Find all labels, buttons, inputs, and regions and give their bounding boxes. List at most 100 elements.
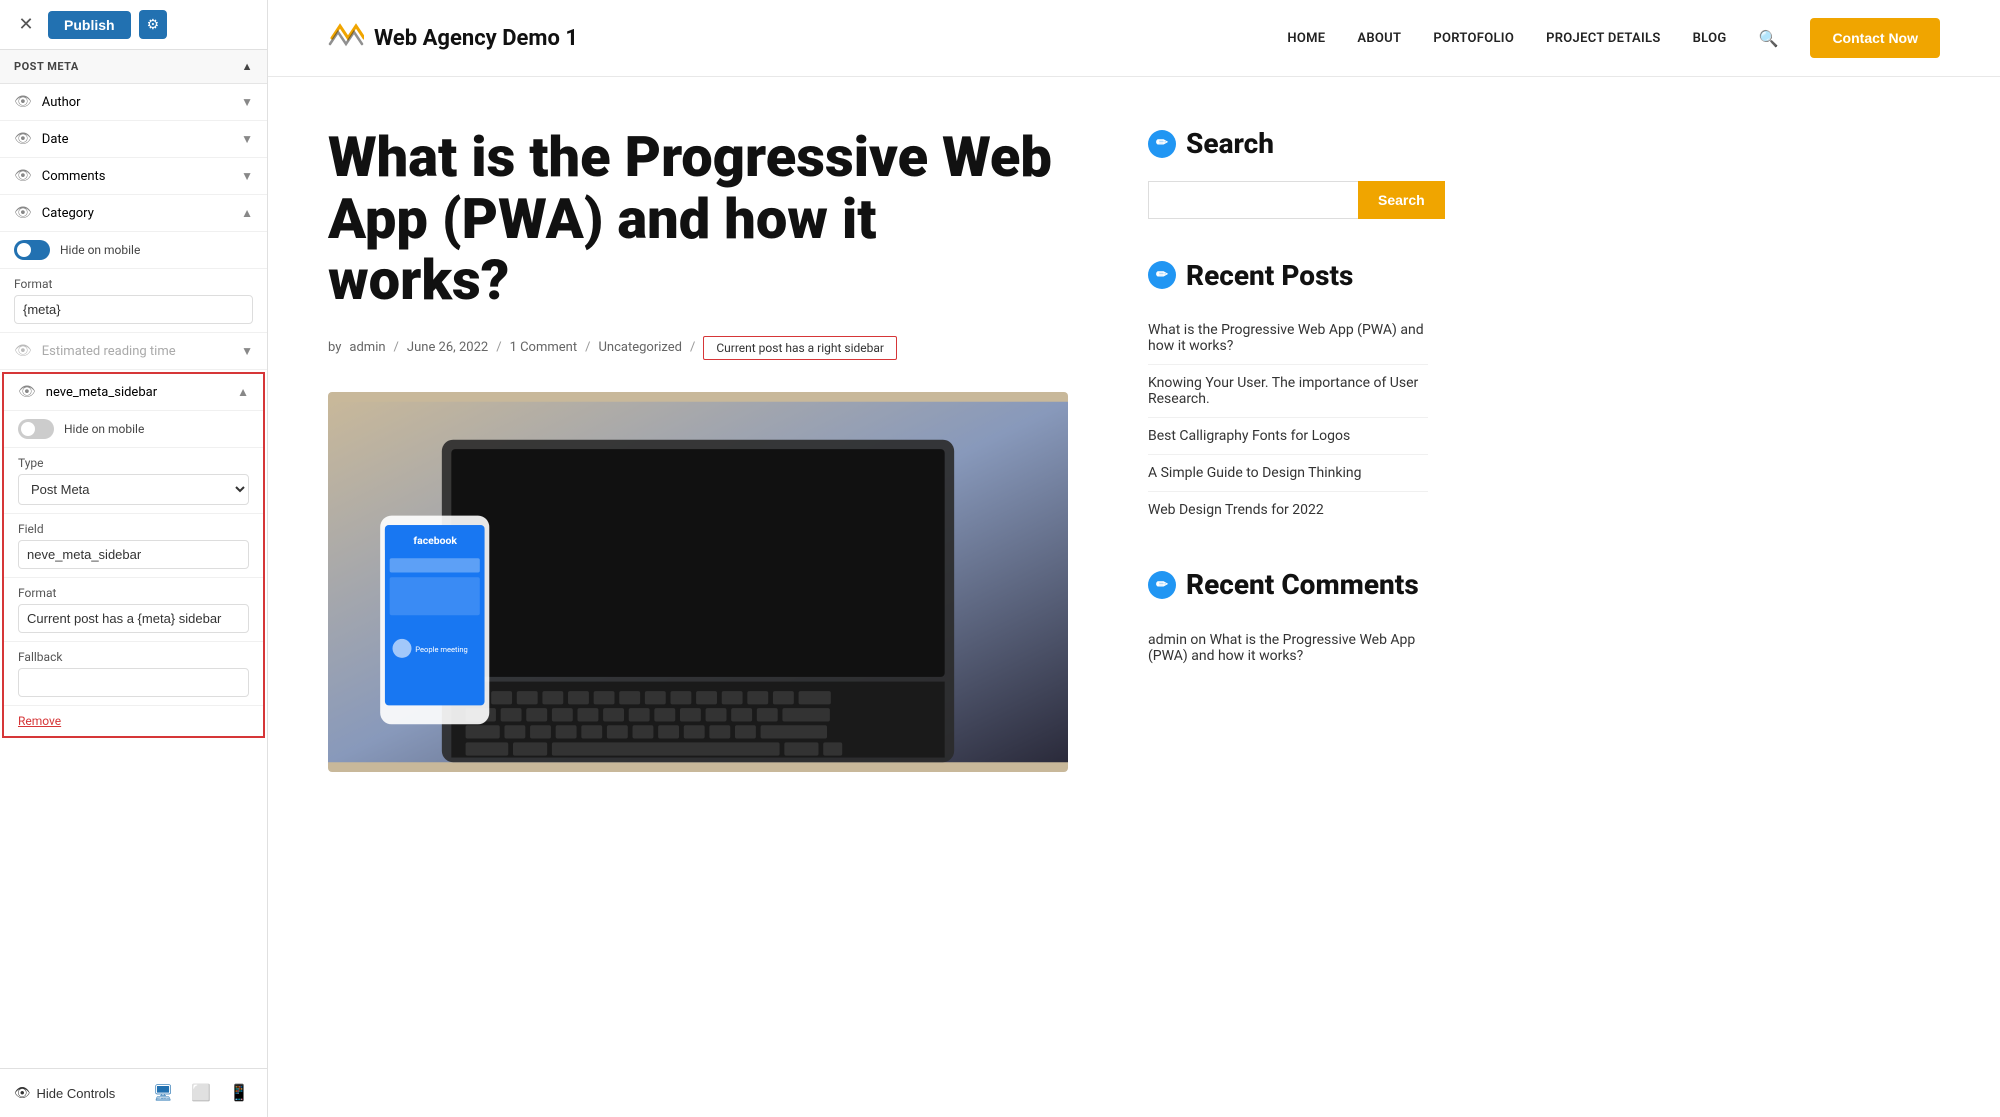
search-title-text: Search	[1186, 127, 1274, 161]
neve-type-label: Type	[18, 456, 249, 470]
neve-type-select[interactable]: Post Meta Custom Field ACF	[18, 474, 249, 505]
estimated-reading-time-expand-icon[interactable]: ▼	[241, 344, 253, 358]
category-visibility-icon[interactable]: 👁	[14, 205, 32, 221]
svg-text:facebook: facebook	[413, 534, 457, 547]
search-input[interactable]	[1148, 181, 1358, 219]
neve-field-label: Field	[18, 522, 249, 536]
date-expand-icon[interactable]: ▼	[241, 132, 253, 146]
author-label: Author	[42, 95, 81, 110]
close-button[interactable]: ✕	[12, 11, 40, 39]
mobile-view-button[interactable]: 📱	[225, 1079, 253, 1107]
author-expand-icon[interactable]: ▼	[241, 95, 253, 109]
desktop-view-button[interactable]: 🖥	[149, 1079, 177, 1107]
recent-comments-list: admin on What is the Progressive Web App…	[1148, 622, 1428, 674]
category-hide-mobile-toggle[interactable]	[14, 240, 50, 260]
neve-format-group: Format	[4, 578, 263, 642]
category-meta-item: 👁 Category ▲	[0, 195, 267, 232]
nav-portofolio[interactable]: PORTOFOLIO	[1433, 31, 1514, 46]
neve-visibility-icon[interactable]: 👁	[18, 384, 36, 400]
author-meta-item: 👁 Author ▼	[0, 84, 267, 121]
nav-search-icon[interactable]: 🔍	[1759, 29, 1779, 48]
neve-fallback-group: Fallback	[4, 642, 263, 706]
article-title: What is the Progressive Web App (PWA) an…	[328, 127, 1068, 312]
bottom-bar: 👁 Hide Controls 🖥 ⬜ 📱	[0, 1068, 267, 1117]
neve-hide-mobile-label: Hide on mobile	[64, 422, 144, 436]
comments-meta-item: 👁 Comments ▼	[0, 158, 267, 195]
hide-controls-button[interactable]: 👁 Hide Controls	[14, 1085, 115, 1101]
neve-fallback-label: Fallback	[18, 650, 249, 664]
category-collapse-icon[interactable]: ▲	[241, 206, 253, 220]
search-form: Search	[1148, 181, 1428, 219]
category-hide-mobile-label: Hide on mobile	[60, 243, 140, 257]
nav-home[interactable]: HOME	[1287, 31, 1325, 46]
view-icons-group: 🖥 ⬜ 📱	[149, 1079, 253, 1107]
svg-text:People meeting: People meeting	[415, 645, 468, 654]
article-author[interactable]: admin	[349, 340, 385, 355]
comments-visibility-icon[interactable]: 👁	[14, 168, 32, 184]
recent-post-item[interactable]: Web Design Trends for 2022	[1148, 492, 1428, 528]
neve-field-group: Field	[4, 514, 263, 578]
tablet-view-button[interactable]: ⬜	[187, 1079, 215, 1107]
recent-comment-item: admin on What is the Progressive Web App…	[1148, 622, 1428, 674]
recent-post-item[interactable]: Knowing Your User. The importance of Use…	[1148, 365, 1428, 418]
article-category[interactable]: Uncategorized	[598, 340, 681, 355]
site-name: Web Agency Demo 1	[374, 26, 578, 51]
main-content: Web Agency Demo 1 HOME ABOUT PORTOFOLIO …	[268, 0, 2000, 1117]
author-visibility-icon[interactable]: 👁	[14, 94, 32, 110]
recent-comments-icon: ✏	[1148, 571, 1176, 599]
contact-button[interactable]: Contact Now	[1810, 18, 1940, 58]
hide-controls-label: Hide Controls	[37, 1086, 116, 1101]
logo-icon	[328, 20, 364, 56]
category-hide-mobile-row: Hide on mobile	[0, 232, 267, 269]
article-meta: by admin / June 26, 2022 / 1 Comment / U…	[328, 336, 1068, 360]
site-header: Web Agency Demo 1 HOME ABOUT PORTOFOLIO …	[268, 0, 2000, 77]
article-sidebar: ✏ Search Search ✏ Recent Posts What is t…	[1108, 77, 1428, 1117]
nav-about[interactable]: ABOUT	[1357, 31, 1401, 46]
remove-link[interactable]: Remove	[4, 706, 75, 736]
article-comments[interactable]: 1 Comment	[510, 340, 578, 355]
eye-hide-icon: 👁	[14, 1085, 31, 1101]
estimated-reading-time-label: Estimated reading time	[42, 344, 176, 359]
settings-button[interactable]: ⚙	[139, 10, 168, 39]
comments-expand-icon[interactable]: ▼	[241, 169, 253, 183]
post-meta-section-header: POST META ▲	[0, 50, 267, 84]
collapse-icon[interactable]: ▲	[242, 60, 253, 73]
date-meta-item: 👁 Date ▼	[0, 121, 267, 158]
neve-fallback-input[interactable]	[18, 668, 249, 697]
estimated-reading-time-item: 👁 Estimated reading time ▼	[0, 333, 267, 370]
neve-hide-mobile-toggle[interactable]	[18, 419, 54, 439]
neve-hide-mobile-row: Hide on mobile	[4, 411, 263, 448]
article-main: What is the Progressive Web App (PWA) an…	[328, 77, 1108, 1117]
category-format-row: Format	[0, 269, 267, 333]
recent-comments-title-text: Recent Comments	[1186, 568, 1419, 602]
date-visibility-icon[interactable]: 👁	[14, 131, 32, 147]
neve-collapse-icon[interactable]: ▲	[237, 385, 249, 399]
comments-label: Comments	[42, 169, 106, 184]
recent-post-item[interactable]: What is the Progressive Web App (PWA) an…	[1148, 312, 1428, 365]
sidebar-badge: Current post has a right sidebar	[703, 336, 897, 360]
article-image: facebook People meeting	[328, 392, 1068, 772]
search-widget-icon: ✏	[1148, 130, 1176, 158]
neve-format-label: Format	[18, 586, 249, 600]
recent-post-item[interactable]: A Simple Guide to Design Thinking	[1148, 455, 1428, 492]
post-meta-label: POST META	[14, 60, 79, 73]
neve-field-input[interactable]	[18, 540, 249, 569]
recent-posts-title-text: Recent Posts	[1186, 259, 1353, 293]
publish-btn-main[interactable]: Publish	[48, 11, 131, 39]
recent-posts-icon: ✏	[1148, 261, 1176, 289]
content-area: What is the Progressive Web App (PWA) an…	[268, 77, 2000, 1117]
article-date: June 26, 2022	[407, 340, 488, 355]
neve-meta-sidebar-header: 👁 neve_meta_sidebar ▲	[4, 374, 263, 411]
recent-post-item[interactable]: Best Calligraphy Fonts for Logos	[1148, 418, 1428, 455]
neve-format-input[interactable]	[18, 604, 249, 633]
category-label: Category	[42, 206, 94, 221]
search-submit-button[interactable]: Search	[1358, 181, 1445, 219]
site-nav: HOME ABOUT PORTOFOLIO PROJECT DETAILS BL…	[1287, 18, 1940, 58]
date-label: Date	[42, 132, 69, 147]
search-widget-title: ✏ Search	[1148, 127, 1428, 161]
category-format-input[interactable]	[14, 295, 253, 324]
nav-project-details[interactable]: PROJECT DETAILS	[1546, 31, 1661, 46]
nav-blog[interactable]: BLOG	[1693, 31, 1727, 46]
estimated-reading-time-visibility-icon[interactable]: 👁	[14, 343, 32, 359]
search-widget: ✏ Search Search	[1148, 127, 1428, 219]
